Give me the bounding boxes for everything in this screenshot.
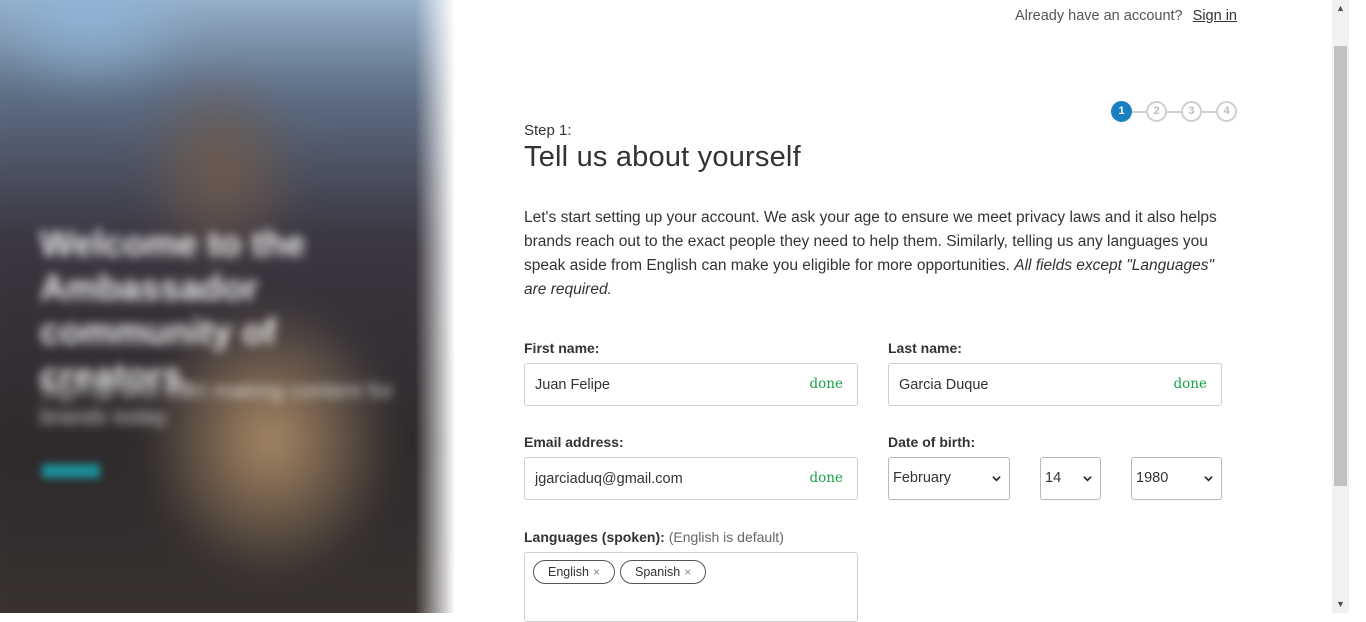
first-name-label: First name: bbox=[524, 340, 600, 356]
page-title: Tell us about yourself bbox=[524, 141, 801, 173]
step-connector bbox=[1132, 111, 1146, 113]
scrollbar-thumb[interactable] bbox=[1334, 46, 1347, 486]
languages-note: (English is default) bbox=[668, 529, 784, 545]
first-name-done-status: done bbox=[809, 376, 843, 392]
language-chip-label: Spanish bbox=[635, 565, 681, 579]
email-field: done bbox=[524, 457, 858, 500]
language-chip-spanish: Spanish × bbox=[620, 560, 707, 584]
sign-in-link[interactable]: Sign in bbox=[1193, 8, 1237, 24]
scroll-up-arrow-icon[interactable]: ▲ bbox=[1332, 0, 1349, 17]
email-label: Email address: bbox=[524, 434, 624, 450]
hero-fade bbox=[415, 0, 455, 613]
chevron-down-icon bbox=[1083, 476, 1092, 482]
languages-input[interactable]: English × Spanish × bbox=[524, 552, 858, 622]
last-name-label: Last name: bbox=[888, 340, 962, 356]
dob-label: Date of birth: bbox=[888, 434, 976, 450]
hero-title: Welcome to the Ambassador community of c… bbox=[40, 223, 306, 396]
languages-label-text: Languages (spoken): bbox=[524, 529, 665, 545]
chevron-down-icon bbox=[1204, 476, 1213, 482]
dob-month-value: February bbox=[893, 470, 952, 486]
email-input[interactable] bbox=[535, 458, 795, 499]
step-connector bbox=[1167, 111, 1181, 113]
window-edge bbox=[1349, 0, 1366, 613]
language-chip-label: English bbox=[548, 565, 589, 579]
last-name-field: done bbox=[888, 363, 1222, 406]
dob-year-select[interactable]: 1980 bbox=[1131, 457, 1222, 500]
dob-month-select[interactable]: February bbox=[888, 457, 1010, 500]
dob-year-value: 1980 bbox=[1136, 470, 1169, 486]
step-connector bbox=[1202, 111, 1216, 113]
account-prompt: Already have an account? Sign in bbox=[1015, 8, 1237, 24]
hero-subtitle: Sign up and start making content for bra… bbox=[40, 378, 394, 429]
first-name-input[interactable] bbox=[535, 364, 795, 405]
remove-spanish-icon[interactable]: × bbox=[684, 565, 691, 579]
step-label: Step 1: bbox=[524, 122, 572, 139]
step-2: 2 bbox=[1146, 101, 1167, 122]
dob-day-select[interactable]: 14 bbox=[1040, 457, 1101, 500]
language-chip-english: English × bbox=[533, 560, 616, 584]
scroll-down-arrow-icon[interactable]: ▼ bbox=[1332, 596, 1349, 613]
remove-english-icon[interactable]: × bbox=[593, 565, 600, 579]
chevron-down-icon bbox=[992, 476, 1001, 482]
first-name-field: done bbox=[524, 363, 858, 406]
vertical-scrollbar[interactable]: ▲ ▼ bbox=[1332, 0, 1349, 613]
step-3: 3 bbox=[1181, 101, 1202, 122]
account-prompt-text: Already have an account? bbox=[1014, 8, 1183, 24]
hero-panel: Welcome to the Ambassador community of c… bbox=[0, 0, 455, 613]
last-name-done-status: done bbox=[1173, 376, 1207, 392]
step-4: 4 bbox=[1216, 101, 1237, 122]
progress-stepper: 1 2 3 4 bbox=[1111, 101, 1237, 123]
languages-label: Languages (spoken): (English is default) bbox=[524, 529, 784, 545]
intro-paragraph: Let's start setting up your account. We … bbox=[524, 206, 1236, 302]
email-done-status: done bbox=[809, 470, 843, 486]
hero-link[interactable] bbox=[42, 464, 100, 478]
dob-day-value: 14 bbox=[1045, 470, 1062, 486]
step-1: 1 bbox=[1111, 101, 1132, 122]
last-name-input[interactable] bbox=[899, 364, 1159, 405]
